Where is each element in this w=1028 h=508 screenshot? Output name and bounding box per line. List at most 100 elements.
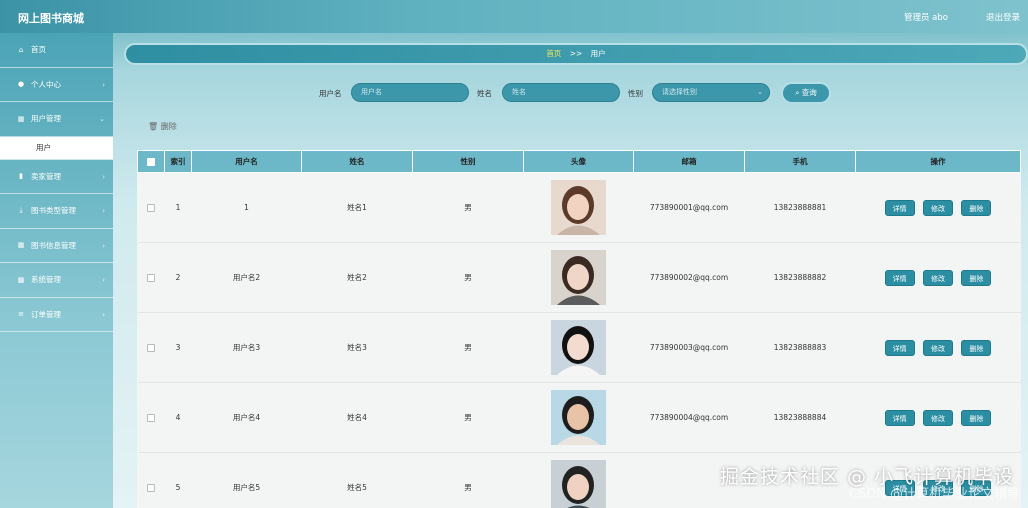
name-label: 姓名 [477,89,492,98]
chevron-right-icon: › [102,207,105,215]
row-checkbox[interactable] [147,274,155,282]
home-icon: ⌂ [18,45,24,54]
delete-button[interactable]: 删除 [961,199,992,216]
sidebar-item-seller-management[interactable]: ▮ 卖家管理 › [0,160,113,194]
avatar-image [551,320,606,375]
sidebar-item-label: 首页 [31,45,46,55]
row-checkbox[interactable] [147,484,155,492]
bulk-delete-label: 删除 [160,122,177,131]
avatar [551,460,606,508]
query-button-label: 查询 [801,88,817,97]
sidebar-item-label: 图书类型管理 [31,206,76,216]
edit-button[interactable]: 修改 [923,269,953,286]
sidebar: ⌂ 首页 ● 个人中心 › ▦ 用户管理 ⌄ 用户 ▮ 卖家管理 › ⤓ 图书类… [0,33,113,508]
cell-actions: 详情 修改 删除 [855,382,1021,453]
row-checkbox[interactable] [147,414,155,422]
bar-chart-icon: ▮ [19,172,23,181]
delete-button[interactable]: 删除 [961,339,992,356]
row-select-cell[interactable] [137,312,165,383]
cell-username: 1 [191,172,302,243]
sidebar-item-user-management[interactable]: ▦ 用户管理 ⌄ [0,102,113,137]
avatar [551,320,606,375]
row-select-cell[interactable] [137,452,165,508]
sidebar-item-label: 卖家管理 [31,171,61,181]
username-input[interactable]: 用户名 [351,83,469,102]
cell-avatar [523,172,634,243]
grid-icon: ▦ [17,241,25,250]
download-icon: ⤓ [19,206,23,215]
select-all-checkbox[interactable] [147,158,155,166]
search-icon: ⌕ [795,88,800,97]
cell-email: 773890003@qq.com [633,312,745,383]
cell-gender: 男 [412,172,524,243]
avatar-image [551,460,606,508]
username-label: 用户名 [319,89,342,98]
breadcrumb-home[interactable]: 首页 [546,49,561,58]
cell-email: 773890004@qq.com [633,382,745,453]
app-title: 网上图书商城 [18,12,84,25]
col-header-index: 索引 [164,150,192,173]
chevron-right-icon: › [102,310,105,319]
sidebar-item-label: 图书信息管理 [31,240,76,250]
sidebar-item-home[interactable]: ⌂ 首页 [0,33,113,68]
watermark-secondary: CSDN @计算机毕业论文辅导 [848,487,1020,502]
cell-name: 姓名1 [301,172,413,243]
chevron-down-icon: ⌄ [99,115,105,123]
query-button[interactable]: ⌕ 查询 [781,82,831,104]
delete-button[interactable]: 删除 [961,269,992,286]
cell-name: 姓名5 [301,452,413,508]
bulk-delete-button[interactable]: 🗑 删除 [148,121,177,132]
row-checkbox[interactable] [147,204,155,212]
cell-name: 姓名3 [301,312,413,383]
row-checkbox[interactable] [147,344,155,352]
select-all-cell[interactable] [137,150,165,173]
detail-button[interactable]: 详情 [884,339,915,356]
name-input[interactable]: 姓名 [502,83,620,102]
sidebar-item-book-info-management[interactable]: ▦ 图书信息管理 › [0,229,113,263]
cell-phone: 13823888881 [744,172,856,243]
cell-gender: 男 [412,312,524,383]
edit-button[interactable]: 修改 [923,199,953,216]
top-bar: 网上图书商城 管理员 abo 退出登录 [0,0,1028,33]
cell-avatar [523,452,634,508]
table-row: 2 用户名2 姓名2 男 773890002@qq.com 1382388888… [137,242,1021,313]
avatar [551,180,606,235]
cell-username: 用户名5 [191,452,302,508]
row-select-cell[interactable] [137,172,165,243]
edit-button[interactable]: 修改 [923,409,953,426]
row-select-cell[interactable] [137,242,165,313]
list-icon: ≡ [18,310,24,319]
chevron-down-icon: ⌄ [757,88,763,96]
detail-button[interactable]: 详情 [884,199,915,216]
col-header-actions: 操作 [855,150,1021,173]
cell-actions: 详情 修改 删除 [855,242,1021,313]
edit-button[interactable]: 修改 [923,339,953,356]
gender-select[interactable]: 请选择性别 ⌄ [652,83,770,102]
grid-icon: ▦ [17,114,25,123]
chevron-right-icon: › [102,241,105,250]
current-user: 管理员 abo [903,13,948,23]
gender-select-placeholder: 请选择性别 [662,88,697,96]
sidebar-item-system-management[interactable]: ▦ 系统管理 › [0,263,113,298]
gender-label: 性别 [628,89,643,98]
table-row: 1 1 姓名1 男 773890001@qq.com 13823888881 详… [137,172,1021,243]
detail-button[interactable]: 详情 [884,409,915,426]
cell-name: 姓名4 [301,382,413,453]
detail-button[interactable]: 详情 [884,269,915,286]
sidebar-item-book-type-management[interactable]: ⤓ 图书类型管理 › [0,194,113,229]
cell-actions: 详情 修改 删除 [855,172,1021,243]
cell-avatar [523,312,634,383]
row-select-cell[interactable] [137,382,165,453]
sidebar-item-label: 订单管理 [31,309,61,319]
col-header-phone: 手机 [744,150,856,173]
cell-username: 用户名3 [191,312,302,383]
logout-link[interactable]: 退出登录 [986,11,1020,23]
sidebar-subitem-users[interactable]: 用户 [0,136,113,160]
sidebar-item-order-management[interactable]: ≡ 订单管理 › [0,298,113,332]
col-header-username: 用户名 [191,150,302,173]
cell-username: 用户名2 [191,242,302,313]
col-header-name: 姓名 [301,150,413,173]
delete-button[interactable]: 删除 [961,409,992,426]
sidebar-item-label: 系统管理 [31,275,61,285]
cell-phone: 13823888882 [744,242,856,313]
